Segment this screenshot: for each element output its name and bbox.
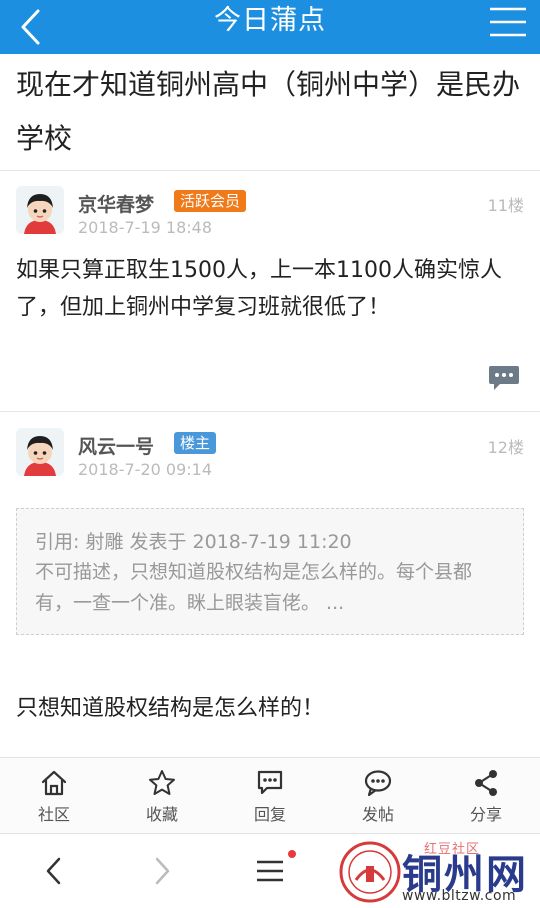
bottom-tabbar: 社区 收藏 回复 发帖 分享 <box>0 757 540 834</box>
avatar-icon <box>16 428 64 476</box>
owner-badge: 楼主 <box>174 432 217 454</box>
watermark-url: www.bltzw.com <box>402 888 517 904</box>
divider <box>0 170 540 171</box>
username[interactable]: 风云一号 <box>78 432 154 459</box>
chevron-left-icon <box>46 857 61 885</box>
quote-block: 引用: 射雕 发表于 2018-7-19 11:20 不可描述，只想知道股权结构… <box>16 508 524 635</box>
comment-button[interactable] <box>488 364 520 392</box>
avatar-icon <box>16 186 64 234</box>
comment-icon <box>489 366 519 390</box>
tab-favorite[interactable]: 收藏 <box>108 758 216 833</box>
star-icon <box>149 770 175 795</box>
tab-share[interactable]: 分享 <box>432 758 540 833</box>
post-icon <box>364 770 392 797</box>
notification-dot <box>288 850 296 858</box>
post-time: 2018-7-20 09:14 <box>78 460 212 479</box>
seal-logo-icon <box>339 841 401 903</box>
avatar[interactable] <box>16 186 64 234</box>
member-badge: 活跃会员 <box>174 190 247 212</box>
divider <box>0 411 540 412</box>
menu-button[interactable] <box>486 0 530 44</box>
browser-back-button[interactable] <box>24 834 84 908</box>
avatar[interactable] <box>16 428 64 476</box>
tab-label: 回复 <box>253 805 286 824</box>
site-watermark: 红豆社区 铜州网 www.bltzw.com <box>336 838 536 906</box>
quote-header: 引用: 射雕 发表于 2018-7-19 11:20 <box>35 531 352 553</box>
browser-menu-button[interactable] <box>240 834 300 908</box>
app-header: 今日蒲点 <box>0 0 540 54</box>
home-icon <box>41 770 67 796</box>
tab-reply[interactable]: 回复 <box>216 758 324 833</box>
tab-community[interactable]: 社区 <box>0 758 108 833</box>
post-content: 如果只算正取生1500人，上一本1100人确实惊人了，但加上铜州中学复习班就很低… <box>16 258 502 320</box>
quote-text: 不可描述，只想知道股权结构是怎么样的。每个县都有，一查一个准。眯上眼装盲佬。 .… <box>35 561 473 614</box>
hamburger-icon <box>490 7 526 37</box>
tab-label: 社区 <box>37 805 70 824</box>
tab-label: 收藏 <box>145 805 178 824</box>
post-content: 只想知道股权结构是怎么样的！ <box>16 696 325 721</box>
chevron-right-icon <box>155 857 170 885</box>
share-icon <box>475 770 497 796</box>
floor-number: 12楼 <box>487 438 524 457</box>
post-time: 2018-7-19 18:48 <box>78 218 212 237</box>
tab-label: 分享 <box>469 805 502 824</box>
thread-title: 现在才知道铜州高中（铜州中学）是民办学校 <box>16 68 521 155</box>
floor-number: 11楼 <box>487 196 524 215</box>
username[interactable]: 京华春梦 <box>78 190 154 217</box>
tab-new-post[interactable]: 发帖 <box>324 758 432 833</box>
hamburger-icon <box>257 860 283 882</box>
page-title: 今日蒲点 <box>214 5 326 36</box>
tab-label: 发帖 <box>361 805 394 824</box>
reply-icon <box>257 770 283 795</box>
browser-forward-button[interactable] <box>132 834 192 908</box>
